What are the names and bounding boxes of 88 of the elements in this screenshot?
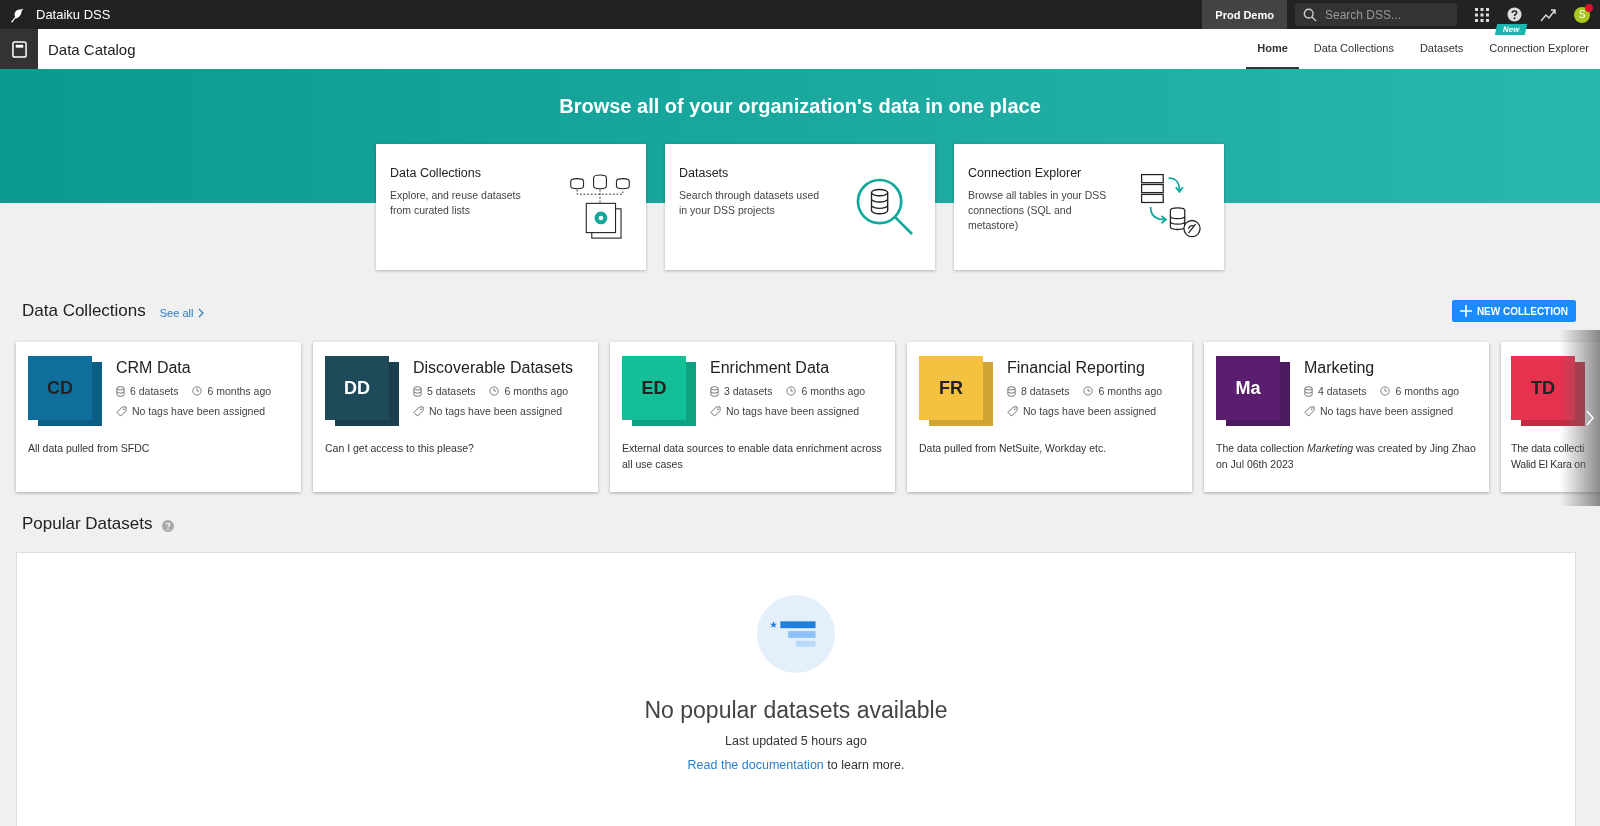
collection-card[interactable]: FR Financial Reporting 8 datasets 6 months ago No tags have been assigned Data pulled from NetSuite, Workday etc. bbox=[907, 342, 1192, 492]
updated-time: 6 months ago bbox=[504, 385, 569, 397]
collection-avatar: CD bbox=[28, 356, 92, 420]
page-title: Data Catalog bbox=[48, 40, 136, 58]
new-badge: New bbox=[1494, 24, 1528, 35]
clock-icon bbox=[1083, 386, 1094, 396]
collection-description: Can I get access to this please? bbox=[325, 441, 475, 456]
dataset-count: 6 datasets bbox=[130, 385, 179, 397]
apps-grid-icon[interactable] bbox=[1475, 7, 1489, 22]
help-icon[interactable] bbox=[1507, 7, 1522, 22]
database-icon bbox=[710, 385, 719, 397]
collection-avatar: DD bbox=[325, 356, 389, 420]
tags-status: No tags have been assigned bbox=[132, 405, 266, 417]
feature-card[interactable]: Data Collections Explore, and reuse datasets from curated lists bbox=[376, 144, 646, 270]
app-name: Dataiku DSS bbox=[36, 7, 111, 22]
section-title: Popular Datasets bbox=[22, 514, 153, 534]
tag-icon bbox=[1007, 405, 1018, 417]
feature-description: Search through datasets used in your DSS projects bbox=[679, 188, 821, 218]
catalog-menu-button[interactable] bbox=[0, 29, 38, 69]
feature-card[interactable]: Connection Explorer Browse all tables in your DSS connections (SQL and metastore) bbox=[954, 144, 1224, 270]
database-icon bbox=[116, 385, 125, 397]
empty-state-title: No popular datasets available bbox=[644, 697, 948, 724]
clock-icon bbox=[489, 386, 500, 396]
documentation-link[interactable]: Read the documentation bbox=[687, 758, 824, 772]
database-icon bbox=[1007, 385, 1016, 397]
feature-title: Connection Explorer bbox=[968, 166, 1083, 180]
collection-card[interactable]: ED Enrichment Data 3 datasets 6 months ago No tags have been assigned External data sources to enable data enrichment across all use cases bbox=[610, 342, 895, 492]
dataset-count: 3 datasets bbox=[724, 385, 773, 397]
collection-avatar: TD bbox=[1511, 356, 1575, 420]
feature-title: Data Collections bbox=[390, 166, 482, 180]
book-icon bbox=[11, 40, 27, 58]
tag-icon bbox=[116, 405, 127, 417]
section-title: Data Collections bbox=[22, 301, 146, 321]
collection-name: Financial Reporting bbox=[1007, 359, 1146, 377]
feature-description: Browse all tables in your DSS connections (SQL and metastore) bbox=[968, 188, 1108, 233]
collection-name: Discoverable Datasets bbox=[413, 359, 574, 377]
collection-name: Enrichment Data bbox=[710, 359, 831, 377]
collection-avatar: Ma bbox=[1216, 356, 1280, 420]
trend-arrow-icon[interactable] bbox=[1540, 6, 1556, 23]
tag-icon bbox=[710, 405, 721, 417]
hero-title: Browse all of your organization's data in one place bbox=[559, 95, 1041, 118]
updated-time: 6 months ago bbox=[801, 385, 866, 397]
search-icon bbox=[1303, 8, 1317, 22]
tag-icon bbox=[413, 405, 424, 417]
project-button[interactable]: Prod Demo bbox=[1202, 0, 1287, 29]
feature-description: Explore, and reuse datasets from curated lists bbox=[390, 188, 522, 218]
dataset-count: 5 datasets bbox=[427, 385, 476, 397]
feature-title: Datasets bbox=[679, 166, 730, 180]
feature-card[interactable]: Datasets Search through datasets used in your DSS projects bbox=[665, 144, 935, 270]
tags-status: No tags have been assigned bbox=[1023, 405, 1157, 417]
collection-description: The data collecti bbox=[1511, 441, 1586, 456]
tag-icon bbox=[1304, 405, 1315, 417]
collection-description: External data sources to enable data enrichment across all use cases bbox=[622, 441, 883, 472]
updated-time: 6 months ago bbox=[1098, 385, 1163, 397]
nav-tab[interactable]: Data Collections bbox=[1302, 29, 1405, 69]
ranking-list-icon bbox=[757, 595, 835, 673]
chevron-right-icon bbox=[1586, 410, 1594, 426]
collection-description: Walid El Kara on bbox=[1511, 457, 1587, 472]
learn-more-text: to learn more. bbox=[827, 758, 905, 772]
last-updated: Last updated 5 hours ago bbox=[725, 734, 867, 748]
collection-avatar: FR bbox=[919, 356, 983, 420]
updated-time: 6 months ago bbox=[207, 385, 272, 397]
collection-card[interactable]: TD The data collecti Walid El Kara on bbox=[1501, 342, 1600, 492]
dataset-count: 4 datasets bbox=[1318, 385, 1367, 397]
collection-description: The data collection Marketing was created by Jing Zhao on Jul 06th 2023 bbox=[1216, 441, 1477, 472]
tags-status: No tags have been assigned bbox=[726, 405, 860, 417]
clock-icon bbox=[1380, 386, 1391, 396]
clock-icon bbox=[786, 386, 797, 396]
collection-name: Marketing bbox=[1304, 359, 1376, 377]
collection-card[interactable]: CD CRM Data 6 datasets 6 months ago No tags have been assigned All data pulled from SFDC bbox=[16, 342, 301, 492]
nav-tab[interactable]: Datasets bbox=[1408, 29, 1475, 69]
collection-card[interactable]: Ma Marketing 4 datasets 6 months ago No tags have been assigned The data collection Marketing was created by Jing Zhao on Jul 06th 2023 bbox=[1204, 342, 1489, 492]
plus-icon bbox=[1459, 305, 1472, 317]
dataset-count: 8 datasets bbox=[1021, 385, 1070, 397]
tags-status: No tags have been assigned bbox=[1320, 405, 1454, 417]
collection-description: All data pulled from SFDC bbox=[28, 441, 151, 456]
database-icon bbox=[1304, 385, 1313, 397]
collection-name: CRM Data bbox=[116, 359, 192, 377]
clock-icon bbox=[192, 386, 203, 396]
updated-time: 6 months ago bbox=[1395, 385, 1460, 397]
search-field[interactable]: Search DSS... bbox=[1295, 3, 1457, 26]
tags-status: No tags have been assigned bbox=[429, 405, 563, 417]
see-all-link[interactable]: See all bbox=[159, 306, 194, 319]
collection-avatar: ED bbox=[622, 356, 686, 420]
collection-description: Data pulled from NetSuite, Workday etc. bbox=[919, 441, 1108, 456]
database-icon bbox=[413, 385, 422, 397]
collection-card[interactable]: DD Discoverable Datasets 5 datasets 6 months ago No tags have been assigned Can I get access to this please? bbox=[313, 342, 598, 492]
chevron-right-icon[interactable] bbox=[198, 308, 205, 318]
